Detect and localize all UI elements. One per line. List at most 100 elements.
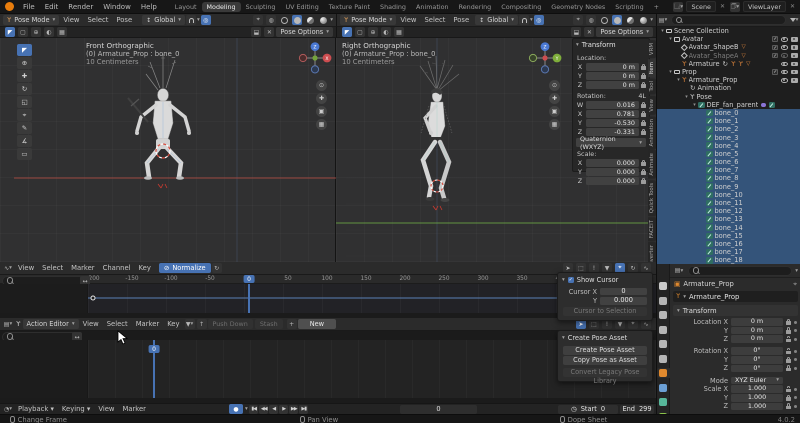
disable-render-camera-icon[interactable] — [791, 70, 798, 75]
lock-icon[interactable] — [786, 368, 791, 372]
disable-render-camera-icon[interactable] — [791, 78, 798, 83]
lock-icon[interactable] — [786, 339, 791, 343]
workspace-tab-layout[interactable]: Layout — [170, 2, 202, 12]
nav-gizmo-front[interactable]: X Z — [297, 42, 333, 76]
cursor-to-selection-button[interactable]: Cursor to Selection — [563, 307, 647, 316]
property-field[interactable]: 0 m — [731, 335, 783, 343]
toolbar-tool-6[interactable]: ✎ — [17, 122, 32, 134]
tool-settings-icon-0[interactable]: ◤ — [5, 27, 15, 37]
mode-dropdown[interactable]: ϒPose Mode▾ — [340, 15, 396, 25]
disclosure-icon[interactable]: ▾ — [659, 28, 666, 34]
dope-sheet-channels[interactable] — [0, 340, 88, 398]
rotation-mode-dropdown[interactable]: Quaternion (WXYZ)▾ — [576, 138, 646, 147]
toolbar-tool-0[interactable]: ◤ — [17, 44, 32, 56]
jump-to-start-button[interactable]: ▮◀ — [249, 405, 258, 414]
nav-gizmo-right[interactable]: Y Z — [527, 42, 563, 76]
outliner-item-avatar_shapea[interactable]: Avatar_ShapeA▽✓ — [657, 52, 800, 60]
outliner-item-bone_8[interactable]: bone_8 — [657, 174, 800, 182]
animate-dot-icon[interactable] — [794, 321, 797, 324]
lock-icon[interactable] — [786, 359, 791, 363]
mode-dropdown[interactable]: ϒPose Mode▾ — [3, 15, 59, 25]
add-workspace-button[interactable]: + — [649, 2, 664, 12]
keyframe-point[interactable] — [91, 296, 95, 300]
viewport-move-button[interactable]: ✚ — [316, 93, 327, 104]
outliner-search-input[interactable] — [671, 15, 786, 25]
outliner-item-armature_prop[interactable]: ▾ϒArmature_Prop — [657, 76, 800, 84]
outliner-item-bone_16[interactable]: bone_16 — [657, 240, 800, 248]
outliner-display-mode-icon[interactable]: ▤▾ — [658, 15, 668, 25]
transform-orientation-dropdown[interactable]: ↕Global▾ — [475, 15, 518, 25]
toolbar-tool-3[interactable]: ↻ — [17, 83, 32, 95]
dope-cursor-select-icon[interactable]: ➤ — [576, 319, 586, 329]
exclude-checkbox-icon[interactable]: ✓ — [772, 69, 778, 75]
lock-icon[interactable] — [641, 180, 646, 184]
topbar-menu-window[interactable]: Window — [98, 3, 136, 11]
shading-rendered-icon[interactable] — [638, 15, 648, 25]
world-properties-tab[interactable] — [657, 354, 670, 364]
sidebar-tab-animate[interactable]: Animate — [648, 150, 656, 179]
stash-button[interactable]: Stash — [255, 319, 283, 329]
lock-icon[interactable] — [786, 397, 791, 401]
sidebar-tab-animation[interactable]: Animation — [648, 116, 656, 149]
scene-properties-tab[interactable] — [657, 339, 670, 349]
workspace-tab-compositing[interactable]: Compositing — [496, 2, 546, 12]
animate-dot-icon[interactable] — [794, 405, 797, 408]
tool-settings-icon-4[interactable]: ▦ — [57, 27, 67, 37]
viewport-zoom-button[interactable]: ⊙ — [549, 80, 560, 91]
tool-settings-icon-2[interactable]: ⊕ — [31, 27, 41, 37]
hide-eye-icon[interactable] — [781, 78, 788, 83]
properties-options-icon[interactable]: ▾ — [795, 268, 798, 274]
dope-snap-icon[interactable]: ⌖ — [628, 319, 638, 329]
breadcrumb[interactable]: Armature_Prop — [683, 280, 733, 288]
properties-editor-type-icon[interactable]: ▤▾ — [674, 266, 684, 276]
new-action-button[interactable]: New — [298, 319, 336, 329]
tool-settings-icon-1[interactable]: ▢ — [18, 27, 28, 37]
property-field[interactable]: 0 m — [731, 327, 783, 335]
scale-y-field[interactable]: 0.000 — [586, 168, 639, 176]
toolbar-tool-4[interactable]: ◱ — [17, 96, 32, 108]
lock-icon[interactable] — [641, 122, 646, 126]
disclosure-icon[interactable]: ▾ — [683, 94, 690, 100]
workspace-tab-uv-editing[interactable]: UV Editing — [280, 2, 323, 12]
disable-render-camera-icon[interactable] — [791, 62, 798, 67]
proportional-editing-icon[interactable]: ◎ — [201, 15, 211, 25]
tool-settings-icon-1[interactable]: ▢ — [355, 27, 365, 37]
gizmo-toggle-icon[interactable]: ⌖ — [253, 15, 263, 25]
outliner-item-bone_15[interactable]: bone_15 — [657, 232, 800, 240]
disclosure-icon[interactable]: ▾ — [667, 69, 674, 75]
viewlayer-remove-icon[interactable]: ✕ — [788, 3, 797, 10]
shading-solid-icon[interactable] — [292, 15, 302, 25]
outliner-item-bone_0[interactable]: bone_0 — [657, 109, 800, 117]
scale-x-field[interactable]: 0.000 — [586, 159, 639, 167]
unlink-action-icon[interactable]: ↑ — [197, 319, 207, 329]
lock-icon[interactable] — [786, 406, 791, 410]
snap-dropdown-icon[interactable]: ▾ — [197, 17, 200, 23]
outliner-item-bone_12[interactable]: bone_12 — [657, 207, 800, 215]
lock-icon[interactable] — [641, 84, 646, 88]
snap-dropdown-icon[interactable]: ▾ — [530, 17, 533, 23]
next-keyframe-button[interactable]: ▶▶ — [289, 405, 298, 414]
shading-dropdown-icon[interactable]: ▾ — [330, 17, 333, 23]
shading-solid-icon[interactable] — [612, 15, 622, 25]
sidebar-tab-tool[interactable]: Tool — [648, 78, 656, 94]
create-pose-asset-button[interactable]: Create Pose Asset — [563, 346, 647, 355]
animate-dot-icon[interactable] — [794, 329, 797, 332]
disable-render-camera-icon[interactable] — [791, 37, 798, 42]
viewport-menu-view[interactable]: View — [59, 16, 83, 24]
lock-icon[interactable] — [641, 113, 646, 117]
disclosure-icon[interactable]: ▾ — [667, 36, 674, 42]
graph-menu-key[interactable]: Key — [135, 264, 155, 272]
outliner-item-bone_11[interactable]: bone_11 — [657, 199, 800, 207]
gizmo-toggle-icon[interactable]: ⌖ — [573, 15, 583, 25]
workspace-tab-scripting[interactable]: Scripting — [610, 2, 648, 12]
dope-menu-view[interactable]: View — [79, 320, 103, 328]
viewlayer-name-field[interactable]: ViewLayer — [743, 1, 786, 12]
tool-settings-icon-2[interactable]: ⊕ — [368, 27, 378, 37]
shading-dropdown-icon[interactable]: ▾ — [650, 17, 653, 23]
viewport-menu-pose[interactable]: Pose — [449, 16, 473, 24]
outliner-item-bone_18[interactable]: bone_18 — [657, 256, 800, 264]
clear-constraints-icon[interactable]: ✕ — [264, 27, 274, 37]
play-button[interactable]: ▶ — [279, 405, 288, 414]
graph-menu-marker[interactable]: Marker — [67, 264, 99, 272]
panel-collapse-icon[interactable]: ▾ — [576, 42, 579, 48]
